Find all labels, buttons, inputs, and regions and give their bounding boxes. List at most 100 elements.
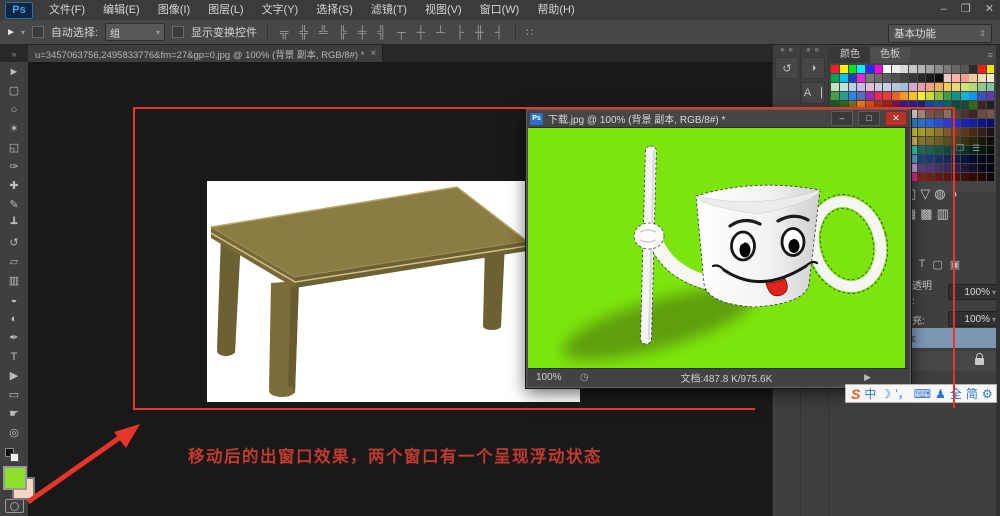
dodge-tool[interactable]: ◐ [0, 309, 28, 328]
distribute-bottom-icon[interactable]: ┴ [434, 25, 447, 39]
auto-select-checkbox[interactable] [32, 26, 44, 38]
color-swatch[interactable] [935, 74, 943, 82]
color-swatch[interactable] [935, 146, 943, 154]
close-window-icon[interactable]: ✕ [985, 0, 994, 18]
color-swatch[interactable] [987, 110, 995, 118]
color-swatch[interactable] [944, 146, 952, 154]
align-bottom-icon[interactable]: ╩ [317, 25, 330, 39]
floating-window-titlebar[interactable]: Ps 下载.jpg @ 100% (背景 副本, RGB/8#) * –□✕ [527, 110, 910, 128]
color-swatch[interactable] [978, 101, 986, 109]
fullwidth-icon[interactable]: 全 [950, 388, 962, 400]
lasso-tool[interactable]: ○ [0, 100, 28, 119]
active-layer-row[interactable]: 本 [902, 328, 996, 348]
color-swatch[interactable] [978, 65, 986, 73]
distribute-vcenter-icon[interactable]: ┼ [415, 25, 428, 39]
crop-tool[interactable]: ◱ [0, 138, 28, 157]
color-swatch[interactable] [866, 92, 874, 100]
color-swatch[interactable] [918, 65, 926, 73]
color-swatch[interactable] [935, 110, 943, 118]
color-swatch[interactable] [987, 65, 995, 73]
color-swatch[interactable] [875, 65, 883, 73]
color-swatch[interactable] [840, 65, 848, 73]
color-swatch[interactable] [900, 74, 908, 82]
color-swatch[interactable] [961, 65, 969, 73]
opacity-input[interactable]: 100% ▾ [948, 284, 1000, 300]
filter-type-icon[interactable]: T [919, 258, 926, 271]
type-tool[interactable]: T [0, 347, 28, 366]
minimize-window-icon[interactable]: – [941, 0, 947, 18]
color-swatch[interactable] [987, 146, 995, 154]
color-swatch[interactable] [926, 137, 934, 145]
moon-icon[interactable]: ☽ [880, 388, 891, 400]
color-swatch[interactable] [926, 146, 934, 154]
color-swatch[interactable] [961, 101, 969, 109]
distribute-hcenter-icon[interactable]: ╫ [473, 25, 486, 39]
color-swatch[interactable] [866, 65, 874, 73]
color-swatch[interactable] [961, 83, 969, 91]
toolbox-icon[interactable]: ⚙ [982, 388, 993, 400]
color-swatch[interactable] [918, 164, 926, 172]
color-swatch[interactable] [918, 173, 926, 181]
sogou-logo-icon[interactable]: S [851, 387, 860, 401]
floating-document-window[interactable]: Ps 下载.jpg @ 100% (背景 副本, RGB/8#) * –□✕ [526, 109, 911, 388]
table-document-canvas[interactable] [207, 181, 580, 402]
color-swatch[interactable] [961, 110, 969, 118]
color-swatch[interactable] [969, 74, 977, 82]
color-swatch[interactable] [987, 155, 995, 163]
keyboard-icon[interactable]: ⌨ [914, 388, 931, 400]
background-layer-row[interactable] [902, 351, 996, 371]
color-swatch[interactable] [900, 83, 908, 91]
color-swatch[interactable] [935, 119, 943, 127]
marquee-tool[interactable]: ▢ [0, 81, 28, 100]
color-swatch[interactable] [952, 74, 960, 82]
fw-maximize-icon[interactable]: □ [858, 111, 880, 126]
menu-view[interactable]: 视图(V) [416, 0, 471, 20]
color-swatch[interactable] [883, 74, 891, 82]
color-swatch[interactable] [987, 74, 995, 82]
distribute-right-icon[interactable]: ┤ [493, 25, 506, 39]
color-swatch[interactable] [978, 155, 986, 163]
path-select-tool[interactable]: ▶ [0, 366, 28, 385]
color-swatch[interactable] [840, 74, 848, 82]
simplified-icon[interactable]: 简 [966, 388, 978, 400]
color-swatch[interactable] [918, 155, 926, 163]
color-swatch[interactable] [978, 119, 986, 127]
color-swatch[interactable] [892, 83, 900, 91]
color-swatch[interactable] [969, 101, 977, 109]
align-hcenter-icon[interactable]: ╪ [356, 25, 369, 39]
color-swatch[interactable] [935, 83, 943, 91]
color-swatch[interactable] [918, 128, 926, 136]
color-swatch[interactable] [892, 74, 900, 82]
color-swatch[interactable] [935, 173, 943, 181]
adjustments-panel-icon[interactable]: ◑ [801, 57, 825, 79]
color-swatch[interactable] [987, 137, 995, 145]
color-swatch[interactable] [926, 110, 934, 118]
color-swatch[interactable] [849, 74, 857, 82]
history-brush-tool[interactable]: ↺ [0, 233, 28, 252]
color-swatch[interactable] [849, 65, 857, 73]
color-swatch[interactable] [978, 74, 986, 82]
color-swatch[interactable] [926, 83, 934, 91]
color-swatch[interactable] [969, 110, 977, 118]
color-swatch[interactable] [857, 65, 865, 73]
auto-select-dropdown[interactable]: 组 ▾ [105, 23, 165, 41]
gradientmap-adjustment-icon[interactable]: ▥ [937, 206, 949, 222]
color-swatch[interactable] [883, 92, 891, 100]
color-swatch[interactable] [926, 173, 934, 181]
color-swatch[interactable] [987, 119, 995, 127]
color-swatch[interactable] [892, 92, 900, 100]
magic-wand-tool[interactable]: ✶ [0, 119, 28, 138]
color-swatch[interactable] [918, 83, 926, 91]
color-swatch[interactable] [969, 164, 977, 172]
color-swatch[interactable] [978, 173, 986, 181]
color-swatch[interactable] [944, 83, 952, 91]
color-swatch[interactable] [978, 164, 986, 172]
color-swatch[interactable] [918, 74, 926, 82]
color-swatch[interactable] [944, 137, 952, 145]
color-swatch[interactable] [969, 92, 977, 100]
color-swatch[interactable] [857, 83, 865, 91]
curves-adjustment-icon[interactable]: ▽ [920, 186, 930, 202]
color-swatch[interactable] [918, 137, 926, 145]
default-colors-icon[interactable] [5, 448, 18, 461]
color-swatch[interactable] [926, 155, 934, 163]
